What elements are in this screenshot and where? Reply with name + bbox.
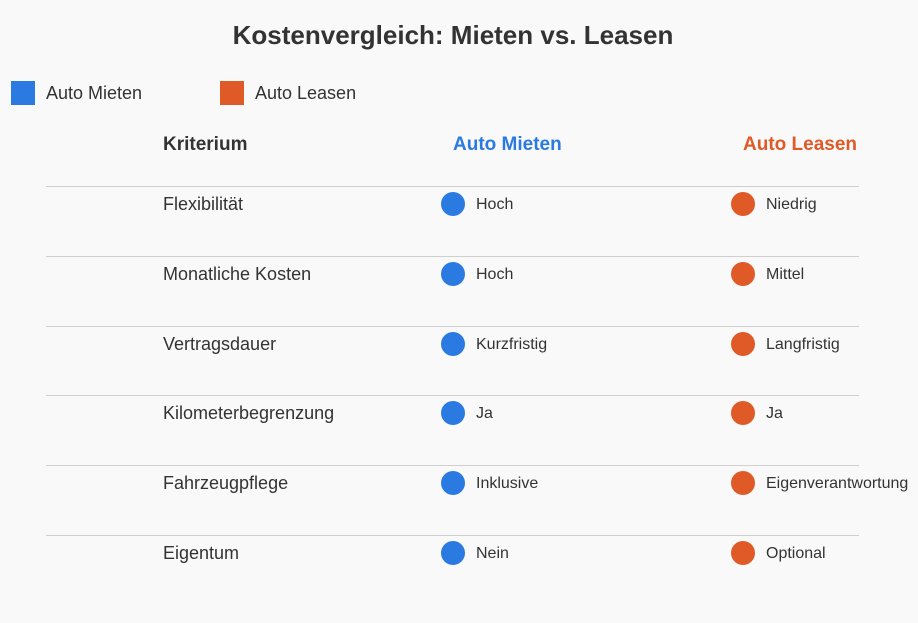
dot-mieten [441,332,465,356]
value-mieten: Kurzfristig [476,336,548,353]
dot-mieten [441,401,465,425]
dot-leasen [731,192,755,216]
dot-leasen [731,332,755,356]
column-header-leasen: Auto Leasen [743,134,858,155]
dot-mieten [441,471,465,495]
legend-label-mieten: Auto Mieten [46,82,143,103]
row-criterion: Flexibilität [163,194,244,214]
value-leasen: Niedrig [766,196,817,213]
row-criterion: Fahrzeugpflege [163,473,289,493]
row-divider [46,465,859,466]
value-leasen: Ja [766,405,783,422]
value-leasen: Langfristig [766,336,840,353]
row-divider [46,256,859,257]
value-mieten: Ja [476,405,493,422]
value-leasen: Eigenverantwortung [766,475,909,492]
value-leasen: Optional [766,545,826,562]
dot-leasen [731,262,755,286]
value-mieten: Inklusive [476,475,539,492]
row-criterion: Kilometerbegrenzung [163,403,335,423]
dot-leasen [731,541,755,565]
row-divider [46,186,859,187]
row-divider [46,326,859,327]
column-header-mieten: Auto Mieten [453,134,562,155]
value-mieten: Hoch [476,266,514,283]
legend-swatch-leasen [220,81,244,105]
dot-leasen [731,401,755,425]
row-criterion: Vertragsdauer [163,334,277,354]
dot-mieten [441,262,465,286]
legend-item-leasen: Auto Leasen [220,81,356,105]
legend-swatch-mieten [11,81,35,105]
value-mieten: Hoch [476,196,514,213]
legend-item-mieten: Auto Mieten [11,81,142,105]
dot-mieten [441,192,465,216]
row-criterion: Eigentum [163,543,240,563]
column-header-kriterium: Kriterium [163,134,248,155]
row-divider [46,535,859,536]
row-divider [46,395,859,396]
value-mieten: Nein [476,545,509,562]
legend-label-leasen: Auto Leasen [255,82,357,103]
value-leasen: Mittel [766,266,805,283]
dot-leasen [731,471,755,495]
chart-title: Kostenvergleich: Mieten vs. Leasen [232,20,674,50]
dot-mieten [441,541,465,565]
row-criterion: Monatliche Kosten [163,264,312,284]
